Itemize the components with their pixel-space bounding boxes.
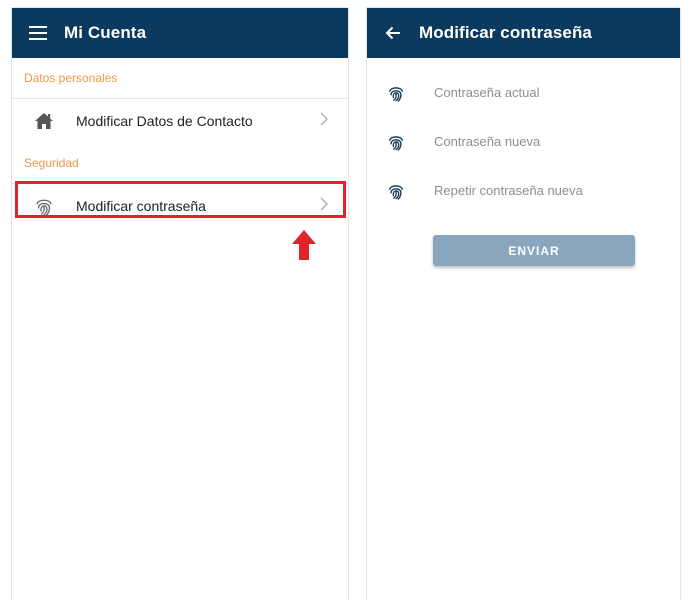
page-title: Modificar contraseña bbox=[419, 23, 592, 42]
fingerprint-icon bbox=[367, 182, 425, 200]
fingerprint-icon bbox=[367, 84, 425, 102]
section-header-security: Seguridad bbox=[12, 143, 348, 184]
current-password-input[interactable] bbox=[434, 85, 634, 100]
page-title: Mi Cuenta bbox=[64, 23, 147, 42]
current-password-row bbox=[367, 68, 680, 117]
hamburger-menu-icon[interactable] bbox=[12, 8, 64, 58]
new-password-row bbox=[367, 117, 680, 166]
modify-contact-data-item[interactable]: Modificar Datos de Contacto bbox=[12, 99, 348, 143]
submit-button[interactable]: ENVIAR bbox=[433, 235, 635, 266]
fingerprint-icon bbox=[367, 133, 425, 151]
chevron-right-icon bbox=[320, 112, 328, 129]
section-header-personal: Datos personales bbox=[12, 58, 348, 99]
modify-contact-data-label: Modificar Datos de Contacto bbox=[76, 113, 253, 129]
change-password-screen: Modificar contraseña ENVIAR bbox=[367, 8, 680, 600]
home-icon bbox=[12, 112, 76, 130]
app-bar: Modificar contraseña bbox=[367, 8, 680, 58]
account-screen: Mi Cuenta Datos personales Modificar Dat… bbox=[12, 8, 348, 600]
up-arrow-icon bbox=[292, 230, 316, 265]
repeat-password-input[interactable] bbox=[434, 183, 634, 198]
highlight-box bbox=[15, 181, 346, 218]
app-bar: Mi Cuenta bbox=[12, 8, 348, 58]
repeat-password-row bbox=[367, 166, 680, 215]
arrow-back-icon[interactable] bbox=[367, 8, 419, 58]
new-password-input[interactable] bbox=[434, 134, 634, 149]
